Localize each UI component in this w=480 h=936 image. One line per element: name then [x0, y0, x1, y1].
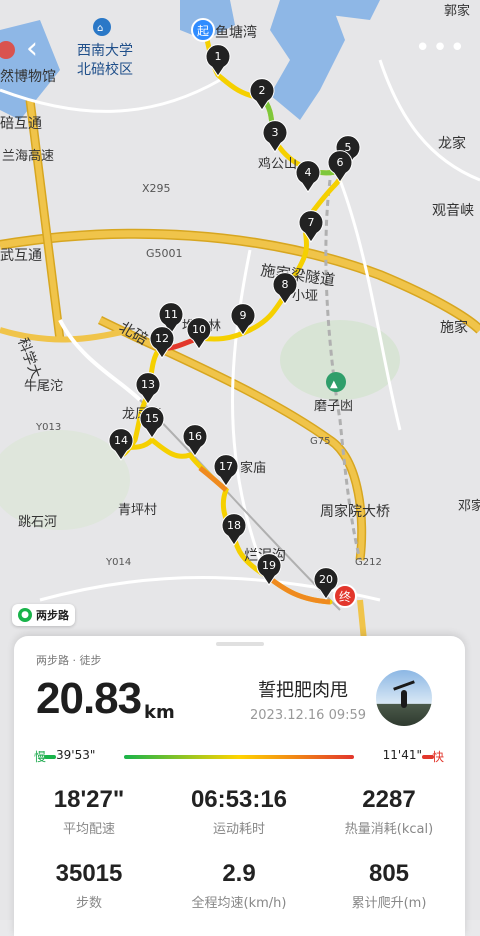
- km-marker-label: 12: [155, 332, 169, 345]
- distance-value: 20.83: [36, 674, 142, 723]
- km-marker-label: 6: [337, 156, 344, 169]
- km-marker-label: 10: [192, 323, 206, 336]
- km-marker-label: 3: [272, 126, 279, 139]
- app-logo-label: 两步路: [36, 609, 69, 622]
- km-marker-label: 9: [240, 309, 247, 322]
- place-label: G75: [310, 436, 330, 447]
- stat-value: 06:53:16: [190, 786, 288, 813]
- slow-swatch: [44, 755, 56, 759]
- svg-text:▲: ▲: [330, 379, 338, 390]
- stat-label: 运动耗时: [212, 822, 265, 837]
- km-marker-label: 11: [164, 308, 178, 321]
- place-label: 龙家: [438, 135, 466, 152]
- place-label: G212: [355, 557, 382, 568]
- activity-date: 2023.12.16 09:59: [250, 708, 367, 723]
- place-label: 施家: [440, 319, 468, 336]
- place-label: 兰海高速: [2, 148, 54, 164]
- end-label: 终: [339, 589, 351, 604]
- stat-label: 累计爬升(m): [351, 896, 427, 911]
- start-label: 起: [197, 24, 209, 38]
- place-label: 牛尾沱: [24, 378, 63, 394]
- place-label: 武互通: [0, 248, 42, 264]
- place-label: 家庙: [240, 460, 266, 476]
- place-label: Y014: [105, 557, 131, 568]
- km-marker-label: 18: [227, 519, 241, 532]
- user-name[interactable]: 誓把肥肉甩: [258, 676, 348, 702]
- avatar-figure: [401, 690, 407, 708]
- place-label: 跳石河: [18, 515, 57, 530]
- stat-label: 热量消耗(kcal): [344, 822, 434, 837]
- fast-pace-value: 11'41": [382, 748, 422, 762]
- place-label: 周家院大桥: [320, 503, 390, 520]
- start-marker[interactable]: 起: [191, 18, 215, 42]
- km-marker-label: 19: [262, 559, 276, 572]
- km-marker-label: 15: [145, 412, 159, 425]
- km-marker-label: 16: [188, 430, 202, 443]
- km-marker-label: 1: [215, 50, 222, 63]
- svg-text:⌂: ⌂: [97, 23, 103, 34]
- mountain-icon: ▲: [326, 372, 346, 392]
- place-label: Y013: [35, 422, 61, 433]
- place-label: 北碚校区: [77, 61, 133, 78]
- km-marker-label: 2: [259, 84, 266, 97]
- place-label: 鱼塘湾: [215, 24, 257, 41]
- end-marker[interactable]: 终: [333, 584, 357, 608]
- back-button[interactable]: ‹: [14, 28, 50, 68]
- stat-duration: 06:53:16 运动耗时: [164, 786, 314, 837]
- place-label: 邓家: [458, 498, 480, 514]
- km-marker-label: 20: [319, 573, 333, 586]
- km-marker-label: 13: [141, 378, 155, 391]
- stat-value: 35015: [55, 860, 123, 887]
- summary-card: 两步路 · 徒步 20.83 km 誓把肥肉甩 2023.12.16 09:59…: [14, 636, 465, 936]
- stat-value: 2287: [362, 786, 416, 813]
- more-button[interactable]: •••: [415, 28, 468, 68]
- activity-type: 两步路 · 徒步: [36, 654, 102, 667]
- stat-label: 步数: [75, 896, 102, 911]
- place-label: 小垭: [292, 289, 318, 304]
- more-icon: •••: [415, 33, 468, 63]
- back-icon: ‹: [26, 30, 38, 66]
- place-label: 观音峡: [432, 202, 474, 219]
- drag-handle[interactable]: [215, 642, 264, 646]
- pace-gradient-bar: [124, 755, 354, 759]
- fast-label: 快: [431, 750, 444, 764]
- pace-legend: 慢 39'53" 11'41" 快: [34, 746, 444, 766]
- stat-elevation-gain: 805 累计爬升(m): [314, 860, 464, 911]
- stat-avg-speed: 2.9 全程均速(km/h): [164, 860, 314, 911]
- stat-calories: 2287 热量消耗(kcal): [314, 786, 464, 837]
- place-label: 西南大学: [77, 43, 133, 59]
- stat-value: 805: [368, 860, 410, 887]
- stat-label: 全程均速(km/h): [191, 896, 287, 911]
- stat-label: 平均配速: [62, 822, 115, 837]
- university-icon: ⌂: [93, 18, 111, 36]
- km-marker-label: 8: [282, 278, 289, 291]
- place-label: 磨子凼: [314, 399, 353, 414]
- avatar[interactable]: [376, 670, 432, 726]
- stat-steps: 35015 步数: [14, 860, 164, 911]
- place-label: 郭家: [444, 3, 470, 19]
- stat-value: 2.9: [222, 860, 256, 887]
- km-marker-label: 14: [114, 434, 128, 447]
- place-label: 鸡公山: [258, 156, 297, 172]
- stat-avg-pace: 18'27" 平均配速: [14, 786, 164, 837]
- distance-unit: km: [144, 702, 175, 723]
- place-label: 然博物馆: [0, 68, 56, 85]
- km-marker-label: 4: [305, 166, 312, 179]
- footprint-icon: ●: [18, 608, 32, 622]
- place-label: 青坪村: [118, 503, 157, 518]
- slow-pace-value: 39'53": [56, 748, 96, 762]
- place-label: 碚互通: [0, 116, 42, 132]
- place-label: G5001: [146, 247, 183, 260]
- stat-value: 18'27": [53, 786, 125, 813]
- place-label: X295: [142, 182, 171, 195]
- km-marker-label: 17: [219, 460, 233, 473]
- km-marker-label: 7: [308, 216, 315, 229]
- app-logo: ● 两步路: [12, 604, 75, 626]
